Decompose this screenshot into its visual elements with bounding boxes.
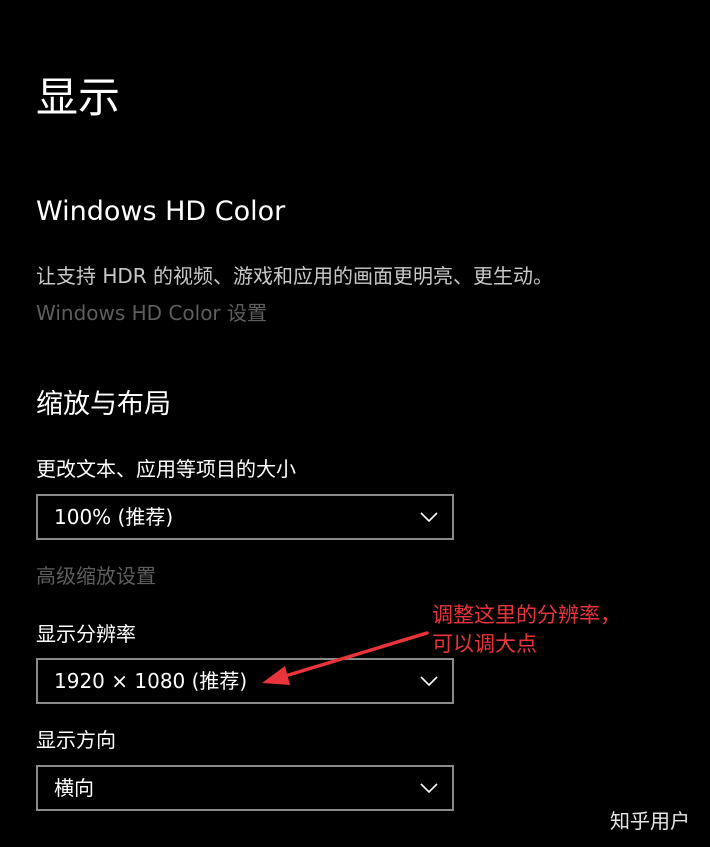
orientation-dropdown[interactable]: 横向 [36,765,454,811]
advanced-scaling-link[interactable]: 高级缩放设置 [36,562,156,590]
chevron-down-icon [420,676,438,687]
hd-color-settings-link[interactable]: Windows HD Color 设置 [36,299,267,327]
chevron-down-icon [420,512,438,523]
hd-color-section-title: Windows HD Color [36,196,286,227]
hd-color-description: 让支持 HDR 的视频、游戏和应用的画面更明亮、更生动。 [36,264,554,288]
page-title: 显示 [36,73,121,122]
scale-dropdown[interactable]: 100% (推荐) [36,494,454,540]
arrow-icon [262,631,429,685]
orientation-dropdown-value: 横向 [54,776,94,800]
scale-layout-section-title: 缩放与布局 [36,389,171,420]
resolution-dropdown-value: 1920 × 1080 (推荐) [54,669,248,693]
scale-dropdown-value: 100% (推荐) [54,505,174,529]
orientation-label: 显示方向 [36,728,116,752]
annotation-line-2: 可以调大点 [432,632,537,656]
chevron-down-icon [420,783,438,794]
annotation-text: 调整这里的分辨率， 可以调大点 [432,601,621,659]
watermark: 知乎用户 [610,809,690,833]
scale-label: 更改文本、应用等项目的大小 [36,457,296,481]
annotation-line-1: 调整这里的分辨率， [432,603,621,627]
resolution-label: 显示分辨率 [36,622,136,646]
resolution-dropdown[interactable]: 1920 × 1080 (推荐) [36,658,454,704]
